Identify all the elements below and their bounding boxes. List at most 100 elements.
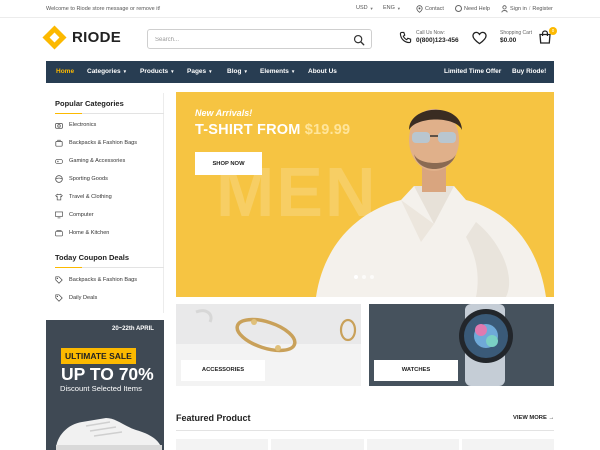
kitchen-icon [55,229,63,237]
nav-item-about-us[interactable]: About Us [308,68,337,75]
tag-icon [55,276,63,284]
tshirt-icon [55,193,63,201]
nav-label: Elements [260,68,289,75]
contact-label: Contact [425,6,444,12]
hero-banner[interactable]: MEN New Arrivals! T-SHIRT FROM $19.99 SH… [176,92,554,297]
nav-item-home[interactable]: Home [56,68,74,75]
contact-link[interactable]: Contact [416,5,444,13]
nav-item-buy-riode[interactable]: Buy Riode! [512,68,546,75]
help-circle-icon [455,5,462,12]
wishlist-heart-icon[interactable] [472,31,487,45]
nav-item-products[interactable]: Products ▼ [140,68,175,75]
welcome-message: Welcome to Riode store message or remove… [46,6,161,12]
register-link[interactable]: Register [532,6,552,12]
brand-name: RIODE [72,29,122,46]
sale-subtext: Discount Selected Items [60,384,142,393]
language-value: ENG [383,5,395,11]
signin-link[interactable]: Sign in [510,6,527,12]
category-label: Sporting Goods [69,176,108,182]
chevron-down-icon: ▼ [122,69,128,74]
sale-pill: ULTIMATE SALE [61,348,136,364]
slider-dots [354,275,374,279]
shopping-cart[interactable]: Shopping Cart $0.00 0 [500,27,557,44]
monitor-icon [55,211,63,219]
coupon-label: Daily Deals [69,295,98,301]
nav-label: Pages [187,68,207,75]
call-us[interactable]: Call Us Now: 0(800)123-456 [399,30,459,44]
user-icon [501,5,508,13]
view-more-link[interactable]: VIEW MORE → [513,415,554,421]
featured-divider [176,430,554,431]
nav-item-elements[interactable]: Elements ▼ [260,68,295,75]
nav-label: Blog [227,68,242,75]
product-card[interactable] [366,439,459,450]
hero-kicker: New Arrivals! [195,108,253,118]
nav-item-pages[interactable]: Pages ▼ [187,68,213,75]
sidebar-item-electronics[interactable]: Electronics [55,121,96,129]
featured-product-title: Featured Product [176,413,251,423]
camera-icon [55,121,63,129]
view-more-label: VIEW MORE [513,415,547,421]
product-card[interactable] [271,439,364,450]
search-input[interactable] [155,34,345,45]
product-card[interactable] [176,439,269,450]
ultimate-sale-banner[interactable]: 20~22th APRIL ULTIMATE SALE UP TO 70% Di… [46,320,164,450]
ball-icon [55,175,63,183]
map-pin-icon [416,5,423,13]
sidebar-item-coupon-backpacks[interactable]: Backpacks & Fashion Bags [55,276,137,284]
nav-label: Buy Riode! [512,68,547,75]
watches-tile[interactable]: WATCHES [369,304,554,386]
divider: / [528,6,531,12]
coupon-label: Backpacks & Fashion Bags [69,277,138,283]
sale-headline: UP TO 70% [61,364,154,384]
hero-price: $19.99 [304,122,351,138]
category-label: Home & Kitchen [69,230,110,236]
cart-bag: 0 [538,27,557,44]
sidebar-item-home-kitchen[interactable]: Home & Kitchen [55,229,109,237]
main-nav: Home Categories ▼ Products ▼ Pages ▼ Blog ▼ … [46,61,554,83]
popular-categories-title: Popular Categories [55,99,124,108]
nav-item-categories[interactable]: Categories ▼ [87,68,127,75]
arrow-right-icon: → [548,415,555,421]
sidebar-item-backpacks[interactable]: Backpacks & Fashion Bags [55,139,137,147]
search-box [147,29,372,49]
language-select[interactable]: ENG ▼ [383,5,401,11]
category-sidebar: Popular Categories Electronics Backpacks… [46,93,164,313]
nav-label: Products [140,68,169,75]
sidebar-item-travel[interactable]: Travel & Clothing [55,193,112,201]
shop-now-button[interactable]: SHOP NOW [195,152,262,175]
category-label: Computer [69,212,94,218]
cart-count-badge: 0 [548,27,557,35]
category-label: Travel & Clothing [69,194,112,200]
nav-label: Categories [87,68,121,75]
hero-headline-text: T-SHIRT FROM [195,122,301,138]
sale-date: 20~22th APRIL [112,326,154,332]
phone-icon [399,31,412,43]
brand-logo[interactable]: RIODE [42,25,122,50]
nav-label: Home [56,68,75,75]
product-card[interactable] [461,439,554,450]
call-label: Call Us Now: [416,30,445,36]
chevron-down-icon: ▼ [396,5,401,11]
search-icon[interactable] [353,34,365,46]
category-label: Backpacks & Fashion Bags [69,140,138,146]
featured-products-row [176,439,554,450]
watches-label: WATCHES [374,360,458,381]
slider-dot[interactable] [354,275,358,279]
chevron-down-icon: ▼ [208,69,213,74]
accessories-tile[interactable]: ACCESSORIES [176,304,361,386]
sidebar-item-gaming[interactable]: Gaming & Accessories [55,157,125,165]
nav-item-limited-offer[interactable]: Limited Time Offer [444,68,501,75]
coupon-deals-title: Today Coupon Deals [55,253,130,262]
help-link[interactable]: Need Help [455,5,490,12]
currency-value: USD [356,5,368,11]
currency-select[interactable]: USD ▼ [356,5,374,11]
sidebar-item-daily-deals[interactable]: Daily Deals [55,294,97,302]
sidebar-item-computer[interactable]: Computer [55,211,94,219]
slider-dot[interactable] [370,275,374,279]
category-label: Gaming & Accessories [69,158,126,164]
slider-dot[interactable] [362,275,366,279]
nav-item-blog[interactable]: Blog ▼ [227,68,248,75]
sidebar-item-sporting[interactable]: Sporting Goods [55,175,108,183]
nav-label: Limited Time Offer [444,68,502,75]
